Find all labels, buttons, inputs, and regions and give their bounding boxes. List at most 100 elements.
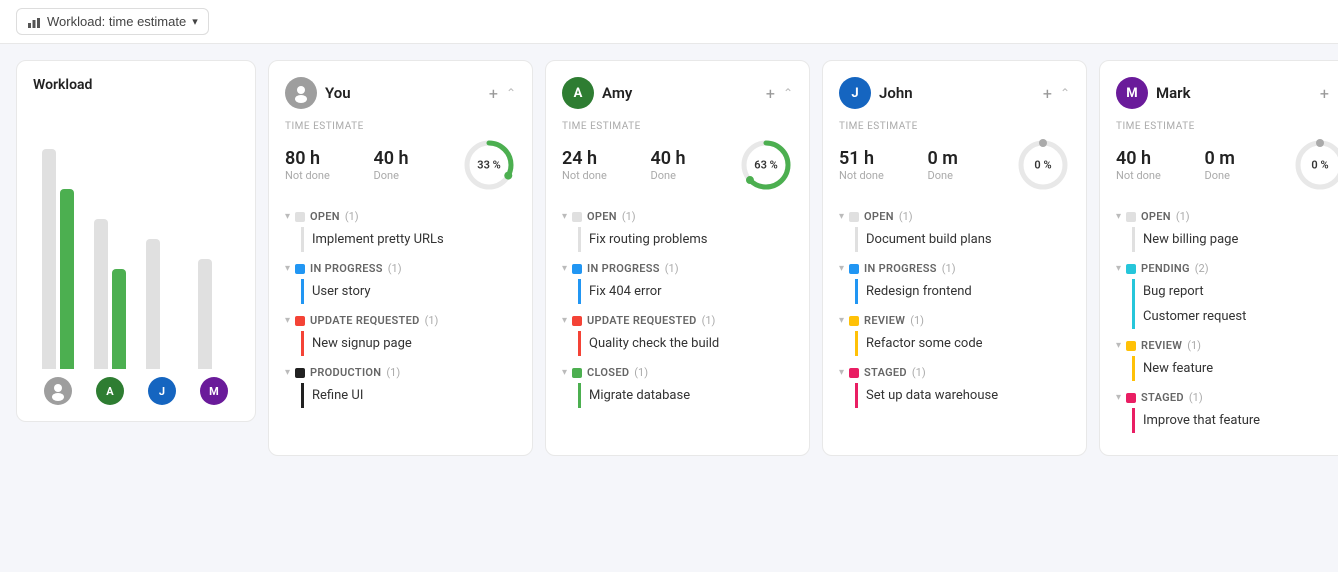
column-header: You + ⌃ xyxy=(285,77,516,109)
task-item[interactable]: Refine UI xyxy=(301,383,516,408)
chart-bar-mark: M xyxy=(198,109,230,405)
group-header-john-1[interactable]: ▾ IN PROGRESS (1) xyxy=(839,258,1070,279)
time-estimate-label-john: TIME ESTIMATE xyxy=(839,121,1070,132)
task-groups-you: ▾ OPEN (1) Implement pretty URLs ▾ IN PR… xyxy=(285,206,516,408)
task-groups-john: ▾ OPEN (1) Document build plans ▾ IN PRO… xyxy=(839,206,1070,408)
group-header-john-2[interactable]: ▾ REVIEW (1) xyxy=(839,310,1070,331)
add-task-icon-you[interactable]: + xyxy=(489,84,498,103)
avatar-amy: A xyxy=(96,377,124,405)
add-task-icon-john[interactable]: + xyxy=(1043,84,1052,103)
task-item[interactable]: Fix 404 error xyxy=(578,279,793,304)
not-done-value-you: 80 h xyxy=(285,148,362,170)
task-item[interactable]: New billing page xyxy=(1132,227,1338,252)
group-header-amy-2[interactable]: ▾ UPDATE REQUESTED (1) xyxy=(562,310,793,331)
group-collapse-icon: ▾ xyxy=(285,263,290,274)
add-task-icon-mark[interactable]: + xyxy=(1320,84,1329,103)
column-header: J John + ⌃ xyxy=(839,77,1070,109)
task-item[interactable]: Implement pretty URLs xyxy=(301,227,516,252)
group-header-john-3[interactable]: ▾ STAGED (1) xyxy=(839,362,1070,383)
avatar-mark: M xyxy=(200,377,228,405)
group-dot xyxy=(295,316,305,326)
group-name: REVIEW xyxy=(1141,339,1182,352)
collapse-column-icon-you[interactable]: ⌃ xyxy=(506,86,516,100)
task-item[interactable]: Migrate database xyxy=(578,383,793,408)
group-count: (1) xyxy=(1187,339,1201,352)
group-name: OPEN xyxy=(310,210,340,223)
task-group-mark-1: ▾ PENDING (2) Bug report Customer reques… xyxy=(1116,258,1338,329)
task-group-amy-0: ▾ OPEN (1) Fix routing problems xyxy=(562,206,793,252)
group-name: STAGED xyxy=(864,366,907,379)
group-header-john-0[interactable]: ▾ OPEN (1) xyxy=(839,206,1070,227)
group-name: PENDING xyxy=(1141,262,1190,275)
collapse-column-icon-john[interactable]: ⌃ xyxy=(1060,86,1070,100)
task-item[interactable]: New feature xyxy=(1132,356,1338,381)
done-value-amy: 40 h xyxy=(651,148,728,170)
group-dot xyxy=(295,212,305,222)
group-header-mark-3[interactable]: ▾ STAGED (1) xyxy=(1116,387,1338,408)
bar-you-light xyxy=(42,149,56,369)
group-name: IN PROGRESS xyxy=(587,262,660,275)
group-header-you-2[interactable]: ▾ UPDATE REQUESTED (1) xyxy=(285,310,516,331)
group-header-amy-3[interactable]: ▾ CLOSED (1) xyxy=(562,362,793,383)
group-count: (1) xyxy=(345,210,359,223)
sidebar-title: Workload xyxy=(33,77,239,93)
group-header-you-1[interactable]: ▾ IN PROGRESS (1) xyxy=(285,258,516,279)
task-group-john-2: ▾ REVIEW (1) Refactor some code xyxy=(839,310,1070,356)
task-item[interactable]: Document build plans xyxy=(855,227,1070,252)
group-header-you-3[interactable]: ▾ PRODUCTION (1) xyxy=(285,362,516,383)
column-header: M Mark + ⌃ xyxy=(1116,77,1338,109)
group-count: (1) xyxy=(942,262,956,275)
group-dot xyxy=(572,368,582,378)
group-count: (1) xyxy=(425,314,439,327)
task-item[interactable]: Quality check the build xyxy=(578,331,793,356)
add-task-icon-amy[interactable]: + xyxy=(766,84,775,103)
group-collapse-icon: ▾ xyxy=(839,315,844,326)
task-group-mark-2: ▾ REVIEW (1) New feature xyxy=(1116,335,1338,381)
task-item[interactable]: Refactor some code xyxy=(855,331,1070,356)
chart-bar-you xyxy=(42,109,74,405)
group-collapse-icon: ▾ xyxy=(285,211,290,222)
task-item[interactable]: Set up data warehouse xyxy=(855,383,1070,408)
task-item[interactable]: Fix routing problems xyxy=(578,227,793,252)
task-item[interactable]: User story xyxy=(301,279,516,304)
task-item[interactable]: Redesign frontend xyxy=(855,279,1070,304)
group-name: STAGED xyxy=(1141,391,1184,404)
task-item[interactable]: Bug report xyxy=(1132,279,1338,304)
group-header-amy-0[interactable]: ▾ OPEN (1) xyxy=(562,206,793,227)
group-count: (1) xyxy=(388,262,402,275)
group-header-mark-2[interactable]: ▾ REVIEW (1) xyxy=(1116,335,1338,356)
done-value-you: 40 h xyxy=(374,148,451,170)
task-item[interactable]: New signup page xyxy=(301,331,516,356)
workload-sidebar: Workload A xyxy=(16,60,256,422)
group-dot xyxy=(1126,212,1136,222)
done-label-mark: Done xyxy=(1205,169,1282,182)
done-label-amy: Done xyxy=(651,169,728,182)
done-value-john: 0 m xyxy=(928,148,1005,170)
workload-dropdown-button[interactable]: Workload: time estimate ▾ xyxy=(16,8,209,35)
task-item[interactable]: Improve that feature xyxy=(1132,408,1338,433)
group-header-mark-0[interactable]: ▾ OPEN (1) xyxy=(1116,206,1338,227)
group-name: IN PROGRESS xyxy=(864,262,937,275)
group-count: (1) xyxy=(702,314,716,327)
group-header-amy-1[interactable]: ▾ IN PROGRESS (1) xyxy=(562,258,793,279)
task-group-you-3: ▾ PRODUCTION (1) Refine UI xyxy=(285,362,516,408)
group-count: (1) xyxy=(622,210,636,223)
group-header-you-0[interactable]: ▾ OPEN (1) xyxy=(285,206,516,227)
bar-mark-light xyxy=(198,259,212,369)
task-group-amy-3: ▾ CLOSED (1) Migrate database xyxy=(562,362,793,408)
person-column-you: You + ⌃ TIME ESTIMATE 80 h Not done 40 h… xyxy=(268,60,533,456)
group-collapse-icon: ▾ xyxy=(562,367,567,378)
group-collapse-icon: ▾ xyxy=(839,263,844,274)
group-header-mark-1[interactable]: ▾ PENDING (2) xyxy=(1116,258,1338,279)
group-dot xyxy=(572,264,582,274)
group-dot xyxy=(849,264,859,274)
person-name-you: You xyxy=(325,84,351,102)
task-item[interactable]: Customer request xyxy=(1132,304,1338,329)
group-dot xyxy=(295,368,305,378)
not-done-label-you: Not done xyxy=(285,169,362,182)
group-dot xyxy=(1126,341,1136,351)
collapse-column-icon-amy[interactable]: ⌃ xyxy=(783,86,793,100)
group-collapse-icon: ▾ xyxy=(562,211,567,222)
done-label-john: Done xyxy=(928,169,1005,182)
bar-chart-icon xyxy=(27,15,41,29)
